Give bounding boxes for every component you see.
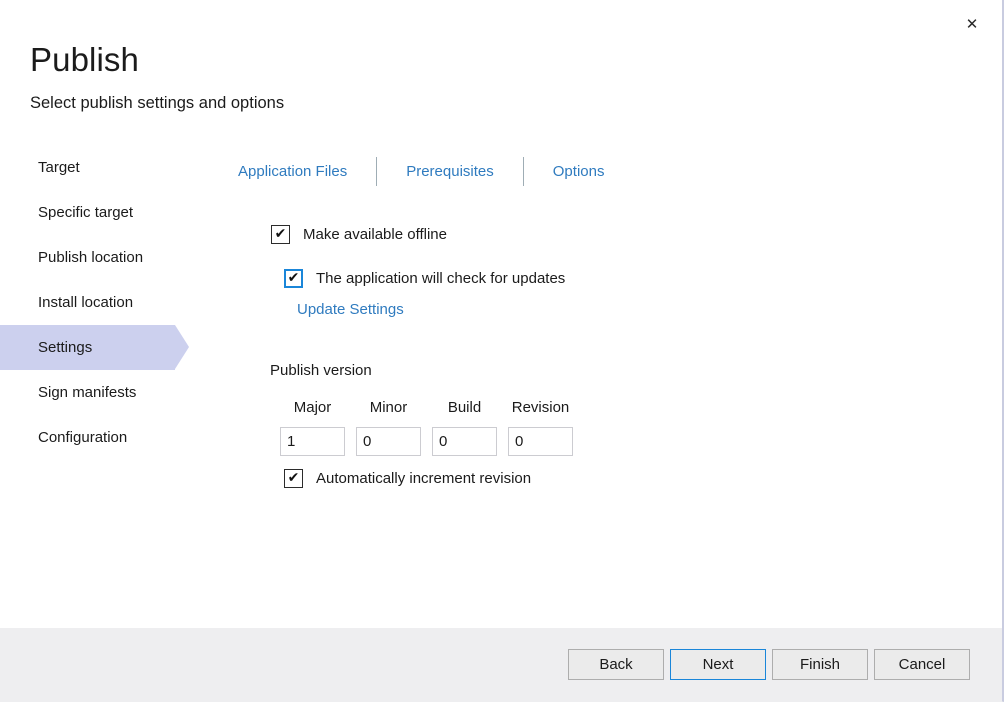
publish-dialog: ✕ Publish Select publish settings and op… xyxy=(0,0,1004,702)
finish-button[interactable]: Finish xyxy=(772,649,868,680)
version-label-major: Major xyxy=(294,400,332,415)
sidebar-item-label: Install location xyxy=(38,295,133,310)
sidebar-item-sign-manifests[interactable]: Sign manifests xyxy=(0,370,210,415)
page-title: Publish xyxy=(30,43,139,76)
version-field-minor: Minor xyxy=(356,400,421,456)
auto-increment-revision-row[interactable]: ✔ Automatically increment revision xyxy=(284,469,531,488)
auto-increment-revision-checkbox[interactable]: ✔ xyxy=(284,469,303,488)
version-label-revision: Revision xyxy=(512,400,570,415)
sidebar-item-specific-target[interactable]: Specific target xyxy=(0,190,210,235)
update-settings-link[interactable]: Update Settings xyxy=(297,302,404,317)
sidebar-item-label: Target xyxy=(38,160,80,175)
sidebar-item-label: Specific target xyxy=(38,205,133,220)
checkmark-icon: ✔ xyxy=(275,227,287,241)
checkmark-icon: ✔ xyxy=(288,471,300,485)
next-button[interactable]: Next xyxy=(670,649,766,680)
page-subtitle: Select publish settings and options xyxy=(30,93,284,114)
publish-version-fields: Major Minor Build Revision xyxy=(280,400,573,456)
tab-divider xyxy=(523,157,524,186)
sidebar-item-label: Configuration xyxy=(38,430,127,445)
version-input-minor[interactable] xyxy=(356,427,421,456)
check-for-updates-label: The application will check for updates xyxy=(316,271,565,286)
version-field-revision: Revision xyxy=(508,400,573,456)
sidebar-item-label: Sign manifests xyxy=(38,385,136,400)
settings-tab-bar: Application Files Prerequisites Options xyxy=(238,155,978,187)
auto-increment-revision-label: Automatically increment revision xyxy=(316,471,531,486)
checkmark-icon: ✔ xyxy=(288,271,300,285)
sidebar-item-publish-location[interactable]: Publish location xyxy=(0,235,210,280)
version-label-minor: Minor xyxy=(370,400,408,415)
tab-prerequisites[interactable]: Prerequisites xyxy=(406,164,494,179)
cancel-button[interactable]: Cancel xyxy=(874,649,970,680)
sidebar-item-configuration[interactable]: Configuration xyxy=(0,415,210,460)
sidebar-item-label: Settings xyxy=(38,340,92,355)
tab-options[interactable]: Options xyxy=(553,164,605,179)
sidebar-item-install-location[interactable]: Install location xyxy=(0,280,210,325)
version-field-build: Build xyxy=(432,400,497,456)
make-available-offline-label: Make available offline xyxy=(303,227,447,242)
close-icon[interactable]: ✕ xyxy=(950,6,994,42)
make-available-offline-checkbox[interactable]: ✔ xyxy=(271,225,290,244)
version-input-major[interactable] xyxy=(280,427,345,456)
publish-version-label: Publish version xyxy=(270,363,372,378)
check-for-updates-checkbox[interactable]: ✔ xyxy=(284,269,303,288)
version-field-major: Major xyxy=(280,400,345,456)
make-available-offline-row[interactable]: ✔ Make available offline xyxy=(271,225,447,244)
footer-button-group: Back Next Finish Cancel xyxy=(562,649,970,680)
wizard-step-nav: Target Specific target Publish location … xyxy=(0,145,210,460)
back-button[interactable]: Back xyxy=(568,649,664,680)
dialog-footer: Back Next Finish Cancel xyxy=(0,628,1002,702)
check-for-updates-row[interactable]: ✔ The application will check for updates xyxy=(284,269,565,288)
sidebar-item-settings[interactable]: Settings xyxy=(0,325,175,370)
sidebar-item-target[interactable]: Target xyxy=(0,145,210,190)
version-label-build: Build xyxy=(448,400,481,415)
tab-application-files[interactable]: Application Files xyxy=(238,164,347,179)
sidebar-item-label: Publish location xyxy=(38,250,143,265)
version-input-build[interactable] xyxy=(432,427,497,456)
tab-divider xyxy=(376,157,377,186)
version-input-revision[interactable] xyxy=(508,427,573,456)
settings-pane: Application Files Prerequisites Options … xyxy=(238,155,978,187)
